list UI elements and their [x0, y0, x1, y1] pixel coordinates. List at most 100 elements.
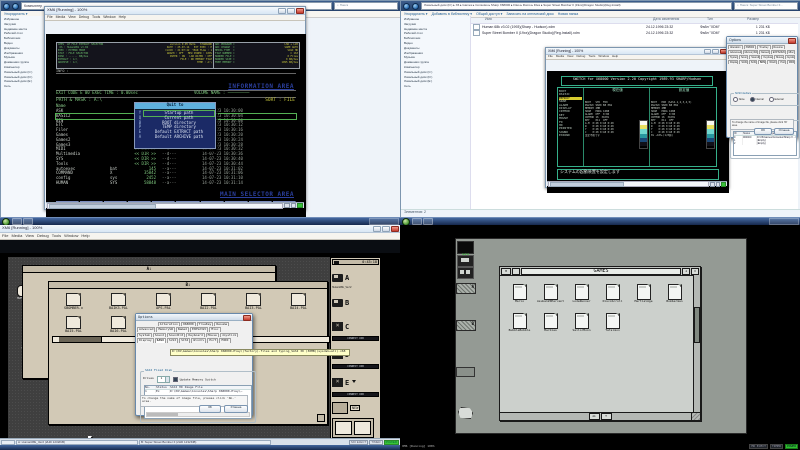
lhes-file-row[interactable]: HUMANSYS58848--a---14-07-23 10:31:14: [56, 181, 296, 186]
monitor-tool-icon[interactable]: [457, 255, 474, 267]
menu-item[interactable]: Help: [612, 55, 618, 58]
game-icon-item[interactable]: BubbleBobble: [504, 313, 535, 332]
game-icon-item[interactable]: Marbles: [535, 313, 566, 332]
taskbar-app[interactable]: [23, 218, 33, 225]
tab[interactable]: Display: [137, 338, 154, 342]
menu-item[interactable]: File: [2, 234, 8, 239]
system-tray[interactable]: [369, 218, 399, 225]
floppy-slot-a[interactable]: A: [456, 283, 476, 294]
disk-tool-icon[interactable]: [457, 267, 474, 279]
maximize-button[interactable]: [382, 226, 390, 232]
start-orb[interactable]: [402, 218, 410, 226]
tab[interactable]: Named: [176, 327, 189, 331]
tab[interactable]: Misc: [787, 50, 795, 54]
menu-item[interactable]: Debug: [79, 15, 89, 19]
tab[interactable]: Alteration: [158, 322, 180, 326]
scrollbar-thumb[interactable]: [694, 307, 700, 343]
xm6-titlebar-2[interactable]: XM6 [Running] - 100%: [546, 48, 728, 55]
radio-external[interactable]: External: [769, 97, 784, 102]
sidebar-item[interactable]: Избранное: [4, 18, 46, 21]
column-name[interactable]: Имя: [485, 17, 492, 21]
tab[interactable]: System: [137, 333, 152, 337]
dual-drive-icon[interactable]: [332, 418, 374, 438]
menu-item[interactable]: Window: [103, 15, 115, 19]
vertical-scrollbar[interactable]: [693, 275, 700, 413]
taskbar-app[interactable]: [412, 218, 422, 225]
maximize-button[interactable]: [287, 8, 295, 14]
game-icon-item[interactable]: LodeRunner: [566, 284, 597, 303]
start-orb[interactable]: [2, 218, 10, 226]
sidebar-item[interactable]: Библиотеки: [404, 37, 470, 40]
menu-item[interactable]: Window: [598, 55, 609, 58]
forward-icon[interactable]: [412, 3, 419, 10]
system-tray[interactable]: [769, 218, 799, 225]
tab[interactable]: TrueKey: [197, 322, 214, 326]
update-memory-checkbox[interactable]: Update Memory Switch: [173, 377, 216, 382]
file-icon-item[interactable]: BAI5.PAL: [51, 316, 96, 333]
sidebar-item[interactable]: Локальный диск (E:): [404, 80, 470, 83]
game-icon-item[interactable]: DiscoScroll: [597, 284, 628, 303]
drive-b[interactable]: B: [332, 292, 379, 311]
tab[interactable]: SASI: [739, 60, 747, 64]
sidebar-item[interactable]: Видео: [4, 42, 46, 45]
tab[interactable]: Port: [778, 60, 786, 64]
tab[interactable]: MIDI: [219, 338, 230, 342]
xm6-titlebar-1[interactable]: XM6 [Running] - 100%: [45, 7, 305, 15]
radio-none[interactable]: None: [733, 97, 745, 102]
taskbar-app[interactable]: [423, 218, 433, 225]
menu-item[interactable]: View: [25, 234, 34, 239]
tab[interactable]: Mouse: [774, 55, 783, 59]
close-button[interactable]: [391, 226, 399, 232]
tab[interactable]: System: [728, 55, 738, 59]
close-button[interactable]: [296, 8, 304, 14]
back-icon[interactable]: [403, 3, 410, 10]
image-file-row[interactable]: 2(Empty): [734, 142, 796, 145]
file-icon-item[interactable]: BAIK3.PAL: [96, 293, 141, 310]
utility-chip-icon[interactable]: [456, 367, 475, 377]
search-input[interactable]: ⌕Поиск: Super Street Bomber II…: [734, 2, 798, 10]
tab[interactable]: Named: [759, 50, 770, 54]
menu-item[interactable]: Help: [119, 15, 126, 19]
menu-item[interactable]: Debug: [576, 55, 585, 58]
game-icon-item[interactable]: Asuka120Percent: [535, 284, 566, 303]
tab[interactable]: MIDI: [787, 60, 795, 64]
menu-item[interactable]: Media: [556, 55, 564, 58]
tab[interactable]: SxSI: [749, 60, 757, 64]
column-type[interactable]: Тип: [707, 17, 713, 21]
dialog-titlebar[interactable]: Options: [727, 37, 797, 44]
tab[interactable]: Alteration: [728, 45, 743, 49]
dialog-titlebar[interactable]: Options: [136, 314, 252, 321]
toolbar-button[interactable]: Общий доступ ▾: [476, 12, 502, 16]
menu-item[interactable]: Tools: [92, 15, 100, 19]
tab[interactable]: SASI: [155, 338, 166, 342]
cancel-button[interactable]: Отмена: [224, 405, 248, 413]
scroll-page-icon[interactable]: ▾: [601, 413, 612, 420]
game-icon-item[interactable]: Tetsimon: [597, 313, 628, 332]
back-icon[interactable]: [3, 3, 10, 10]
window-shade-icon[interactable]: [512, 268, 520, 275]
menu-option[interactable]: ADefault ARCHIVE path: [136, 135, 214, 140]
tab[interactable]: SoundInt: [749, 55, 760, 59]
horizontal-scrollbar[interactable]: [47, 203, 283, 209]
tab[interactable]: SoundInt: [167, 333, 185, 337]
menu-item[interactable]: File: [47, 15, 53, 19]
tab[interactable]: SCSI: [758, 60, 767, 64]
horizontal-scrollbar[interactable]: [548, 181, 709, 187]
game-icon-item[interactable]: Bomberman: [659, 284, 690, 303]
menu-item[interactable]: View: [68, 15, 76, 19]
tab[interactable]: Joystick: [785, 55, 795, 59]
sidebar-item[interactable]: Загрузки: [4, 23, 46, 26]
menu-item[interactable]: Tools: [52, 234, 61, 239]
resize-grip[interactable]: [691, 413, 700, 420]
tab[interactable]: Joystick: [220, 333, 238, 337]
tab[interactable]: MemorySW: [743, 50, 758, 54]
radio-internal[interactable]: Internal: [750, 97, 764, 102]
tab[interactable]: X68000: [181, 322, 196, 326]
trash-paper-icon[interactable]: [458, 407, 473, 419]
tab[interactable]: Keyboard: [761, 55, 773, 59]
drive-a[interactable]: A Human68k_Ver2: [332, 267, 379, 289]
file-icon-item[interactable]: SBOMBER.x: [51, 293, 96, 310]
file-icon-item[interactable]: BAI3.PAL: [231, 293, 276, 310]
breadcrumb[interactable]: Локальный диск (D:) ▸ X6 ▸ Games ▸ Conso…: [421, 2, 732, 10]
drives-spinner[interactable]: 1: [157, 376, 170, 383]
